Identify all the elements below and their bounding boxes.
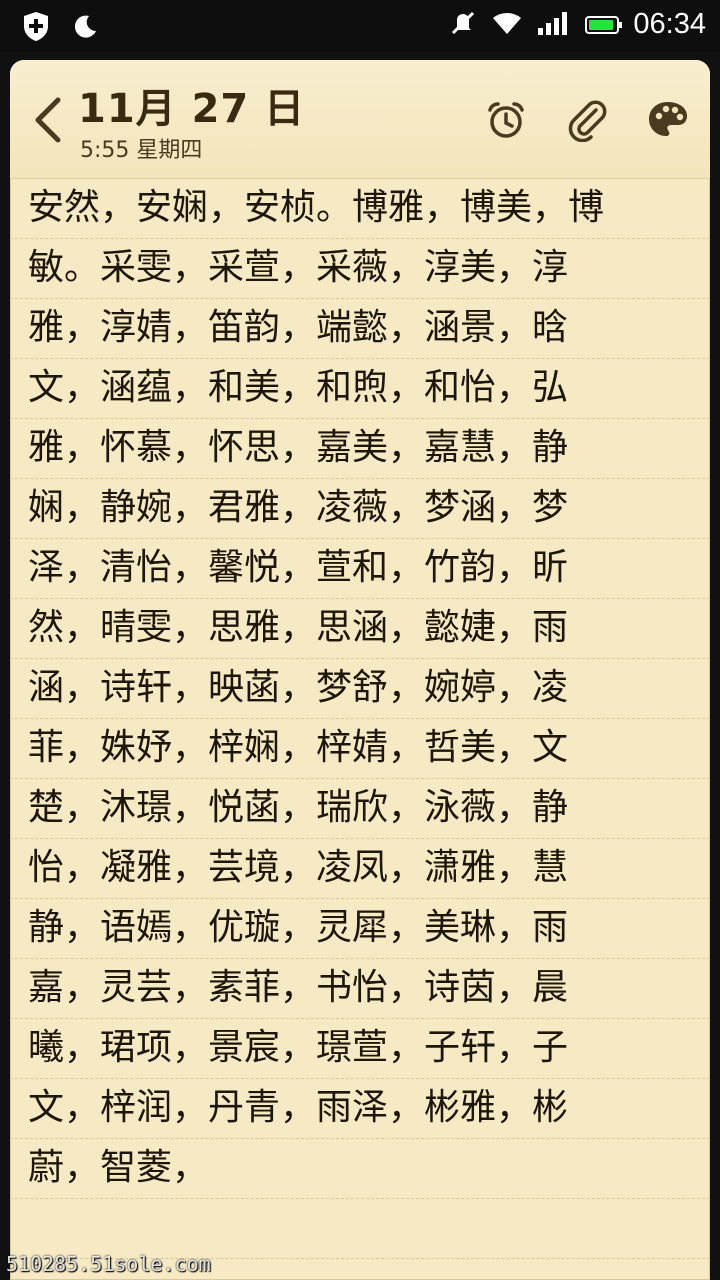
note-line: 雅，淳婧，笛韵，端懿，涵景，晗 (10, 299, 710, 359)
moon-icon (72, 13, 98, 43)
status-bar: 06:34 (0, 0, 720, 52)
note-header: 11月 27 日 5:55 星期四 (10, 60, 710, 179)
note-body[interactable]: 安然，安娴，安桢。博雅，博美，博 敏。采雯，采萱，采薇，淳美，淳 雅，淳婧，笛韵，端… (10, 179, 710, 1259)
note-line: 菲，姝妤，梓娴，梓婧，哲美，文 (10, 719, 710, 779)
palette-icon[interactable] (646, 98, 690, 142)
note-time-weekday: 5:55 星期四 (80, 138, 203, 163)
note-line: 静，语嫣，优璇，灵犀，美琳，雨 (10, 899, 710, 959)
back-chevron-icon[interactable] (28, 94, 68, 146)
note-line: 泽，清怡，馨悦，萱和，竹韵，昕 (10, 539, 710, 599)
paperclip-icon[interactable] (566, 98, 610, 143)
wifi-icon (491, 10, 523, 40)
note-line: 然，晴雯，思雅，思涵，懿婕，雨 (10, 599, 710, 659)
status-time: 06:34 (633, 8, 706, 40)
note-date: 11月 27 日 (78, 86, 306, 132)
alarm-clock-icon[interactable] (484, 98, 528, 142)
note-line: 蔚，智菱， (10, 1139, 710, 1199)
shield-plus-icon (22, 10, 50, 46)
note-line: 文，涵蕴，和美，和煦，和怡，弘 (10, 359, 710, 419)
battery-icon (585, 15, 623, 34)
signal-icon (537, 10, 571, 40)
watermark: 510285.51sole.com (6, 1252, 211, 1276)
note-line: 娴，静婉，君雅，凌薇，梦涵，梦 (10, 479, 710, 539)
note-card: 11月 27 日 5:55 星期四 安然，安娴，安桢。博雅，博美，博 敏。采雯，采… (10, 60, 710, 1280)
note-line: 涵，诗轩，映菡，梦舒，婉婷，凌 (10, 659, 710, 719)
note-line: 雅，怀慕，怀思，嘉美，嘉慧，静 (10, 419, 710, 479)
note-line: 安然，安娴，安桢。博雅，博美，博 (10, 179, 710, 239)
note-line: 嘉，灵芸，素菲，书怡，诗茵，晨 (10, 959, 710, 1019)
note-line: 怡，凝雅，芸境，凌凤，潇雅，慧 (10, 839, 710, 899)
battery-level (589, 19, 613, 30)
note-line: 楚，沐璟，悦菡，瑞欣，泳薇，静 (10, 779, 710, 839)
note-line: 敏。采雯，采萱，采薇，淳美，淳 (10, 239, 710, 299)
note-line: 文，梓润，丹青，雨泽，彬雅，彬 (10, 1079, 710, 1139)
mute-icon (449, 9, 477, 41)
note-line (10, 1199, 710, 1259)
note-line: 曦，珺项，景宸，璟萱，子轩，子 (10, 1019, 710, 1079)
